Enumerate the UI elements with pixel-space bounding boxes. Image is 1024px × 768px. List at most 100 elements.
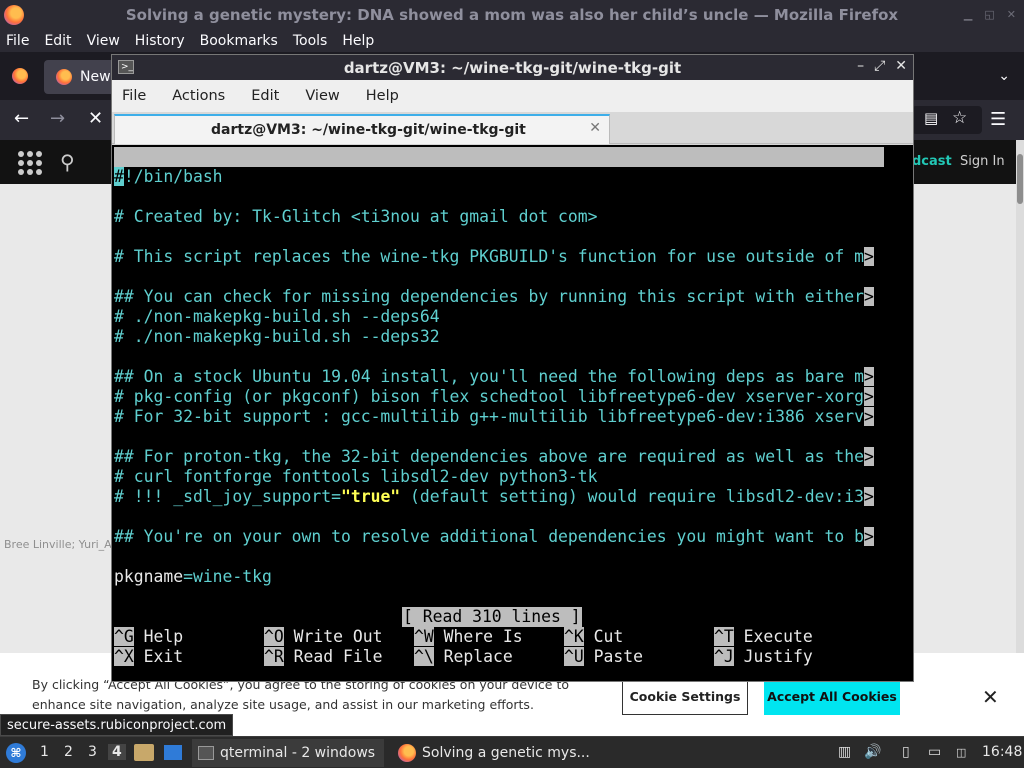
back-arrow-icon[interactable]: ← <box>14 108 29 129</box>
podcast-link[interactable]: dcast <box>912 154 952 169</box>
link-status-url: secure-assets.rubiconproject.com <box>0 714 234 736</box>
minimize-icon[interactable]: – <box>857 58 864 74</box>
urlbar-right-end[interactable]: ▤ ☆ <box>912 106 982 134</box>
apps-grid-icon[interactable] <box>18 151 42 175</box>
cookie-close-icon[interactable]: ✕ <box>982 685 999 709</box>
cookie-settings-button[interactable]: Cookie Settings <box>622 677 748 715</box>
code-line: # !!! _sdl_joy_support="true" (default s… <box>114 487 874 506</box>
menu-help[interactable]: Help <box>342 33 374 49</box>
taskbar-task-qterminal[interactable]: qterminal - 2 windows <box>192 739 384 767</box>
desktop-4[interactable]: 4 <box>108 744 126 760</box>
taskbar-task-firefox[interactable]: Solving a genetic mys... <box>392 739 632 767</box>
qterminal-titlebar[interactable]: >_ dartz@VM3: ~/wine-tkg-git/wine-tkg-gi… <box>112 55 913 80</box>
close-icon[interactable]: ✕ <box>895 58 907 74</box>
task-label: qterminal - 2 windows <box>220 745 376 761</box>
tab-close-icon[interactable]: ✕ <box>589 120 601 136</box>
taskbar: ⌘ 1 2 3 4 qterminal - 2 windows Solving … <box>0 736 1024 768</box>
maximize-icon[interactable]: ⤢ <box>874 58 885 74</box>
start-menu-icon[interactable]: ⌘ <box>6 743 26 763</box>
code-line: #!/bin/bash <box>114 167 223 186</box>
text-cursor: # <box>114 167 124 186</box>
truncation-marker: > <box>863 487 874 506</box>
truncation-marker: > <box>863 247 874 266</box>
search-icon[interactable]: ⚲ <box>60 150 75 174</box>
menu-edit[interactable]: Edit <box>251 88 279 104</box>
firefox-window-title: Solving a genetic mystery: DNA showed a … <box>125 6 899 24</box>
desktop-3[interactable]: 3 <box>88 744 97 760</box>
bookmark-star-icon[interactable]: ☆ <box>952 108 967 128</box>
hamburger-menu-icon[interactable]: ☰ <box>990 109 1006 130</box>
code-line: ## You're on your own to resolve additio… <box>114 527 874 546</box>
menu-edit[interactable]: Edit <box>44 33 71 49</box>
desktop-2[interactable]: 2 <box>64 744 73 760</box>
maximize-icon[interactable]: ◱ <box>984 8 994 21</box>
firefox-menubar: File Edit View History Bookmarks Tools H… <box>0 30 1024 52</box>
qterminal-window-controls: – ⤢ ✕ <box>857 58 907 74</box>
menu-help[interactable]: Help <box>366 88 399 104</box>
code-line: # pkg-config (or pkgconf) bison flex sch… <box>114 387 874 406</box>
menu-view[interactable]: View <box>87 33 120 49</box>
scrollbar-thumb[interactable] <box>1017 154 1023 204</box>
firefox-view-icon[interactable] <box>12 68 28 84</box>
tab-label: dartz@VM3: ~/wine-tkg-git/wine-tkg-git <box>211 122 526 138</box>
shortcut-paste[interactable]: ^U Paste <box>564 647 643 667</box>
network-icon[interactable]: ▭ <box>928 744 941 760</box>
nano-filename: non-makepkg-build.sh <box>424 187 622 206</box>
page-scrollbar[interactable] <box>1016 140 1024 740</box>
shortcut-help[interactable]: ^G Help <box>114 627 183 647</box>
code-line: pkgname=wine-tkg <box>114 567 272 586</box>
truncation-marker: > <box>863 287 874 306</box>
code-line: # Created by: Tk-Glitch <ti3nou at gmail… <box>114 207 598 226</box>
forward-arrow-icon[interactable]: → <box>50 108 65 129</box>
firefox-logo-icon <box>398 744 416 762</box>
menu-tools[interactable]: Tools <box>293 33 328 49</box>
updates-icon[interactable]: ◫ <box>956 746 966 759</box>
close-icon[interactable]: ✕ <box>1007 8 1016 21</box>
menu-file[interactable]: File <box>6 33 29 49</box>
menu-history[interactable]: History <box>135 33 185 49</box>
code-line: # ./non-makepkg-build.sh --deps64 <box>114 307 440 326</box>
firefox-tab-label: New <box>80 69 111 85</box>
accept-all-cookies-button[interactable]: Accept All Cookies <box>764 677 900 715</box>
shortcut-execute[interactable]: ^T Execute <box>714 627 813 647</box>
menu-view[interactable]: View <box>305 88 339 104</box>
code-line: ## You can check for missing dependencie… <box>114 287 874 306</box>
menu-actions[interactable]: Actions <box>172 88 225 104</box>
string-literal: "true" <box>340 487 401 506</box>
desktop-1[interactable]: 1 <box>40 744 49 760</box>
notes-icon[interactable]: ▯ <box>902 744 910 760</box>
code-line: ## For proton-tkg, the 32-bit dependenci… <box>114 447 874 466</box>
tab-terminal-session[interactable]: dartz@VM3: ~/wine-tkg-git/wine-tkg-git ✕ <box>114 114 610 144</box>
file-manager-icon[interactable] <box>134 744 154 761</box>
code-line: # ./non-makepkg-build.sh --deps32 <box>114 327 440 346</box>
nano-status-message: [ Read 310 lines ] <box>402 607 582 627</box>
show-desktop-icon[interactable] <box>164 745 182 760</box>
tab-list-chevron-icon[interactable]: ⌄ <box>998 68 1010 84</box>
reader-view-icon[interactable]: ▤ <box>924 109 938 127</box>
shortcut-read-file[interactable]: ^R Read File <box>264 647 382 667</box>
shortcut-where-is[interactable]: ^W Where Is <box>414 627 523 647</box>
firefox-window-controls: ▁ ◱ ✕ <box>964 8 1016 21</box>
photo-credit: Bree Linville; Yuri_Ar <box>4 538 117 551</box>
qterminal-menubar: File Actions Edit View Help <box>112 80 913 112</box>
shortcut-justify[interactable]: ^J Justify <box>714 647 813 667</box>
volume-icon[interactable]: 🔊 <box>864 744 881 760</box>
truncation-marker: > <box>863 387 874 406</box>
terminal-area[interactable]: GNU nano 6.2 non-makepkg-build.sh #!/bin… <box>112 145 913 681</box>
truncation-marker: > <box>863 367 874 386</box>
stop-loading-icon[interactable]: ✕ <box>88 108 103 129</box>
shortcut-cut[interactable]: ^K Cut <box>564 627 623 647</box>
sign-in-link[interactable]: Sign In <box>960 154 1005 169</box>
menu-bookmarks[interactable]: Bookmarks <box>200 33 278 49</box>
firefox-tab-icon <box>56 69 72 85</box>
code-line: # This script replaces the wine-tkg PKGB… <box>114 247 874 266</box>
firefox-titlebar: Solving a genetic mystery: DNA showed a … <box>0 0 1024 30</box>
shortcut-write-out[interactable]: ^O Write Out <box>264 627 382 647</box>
menu-file[interactable]: File <box>122 88 146 104</box>
shortcut-exit[interactable]: ^X Exit <box>114 647 183 667</box>
shortcut-replace[interactable]: ^\ Replace <box>414 647 513 667</box>
code-line: # curl fontforge fonttools libsdl2-dev p… <box>114 467 598 486</box>
clipboard-icon[interactable]: ▥ <box>838 744 851 760</box>
code-line: ## On a stock Ubuntu 19.04 install, you'… <box>114 367 874 386</box>
minimize-icon[interactable]: ▁ <box>964 8 972 21</box>
